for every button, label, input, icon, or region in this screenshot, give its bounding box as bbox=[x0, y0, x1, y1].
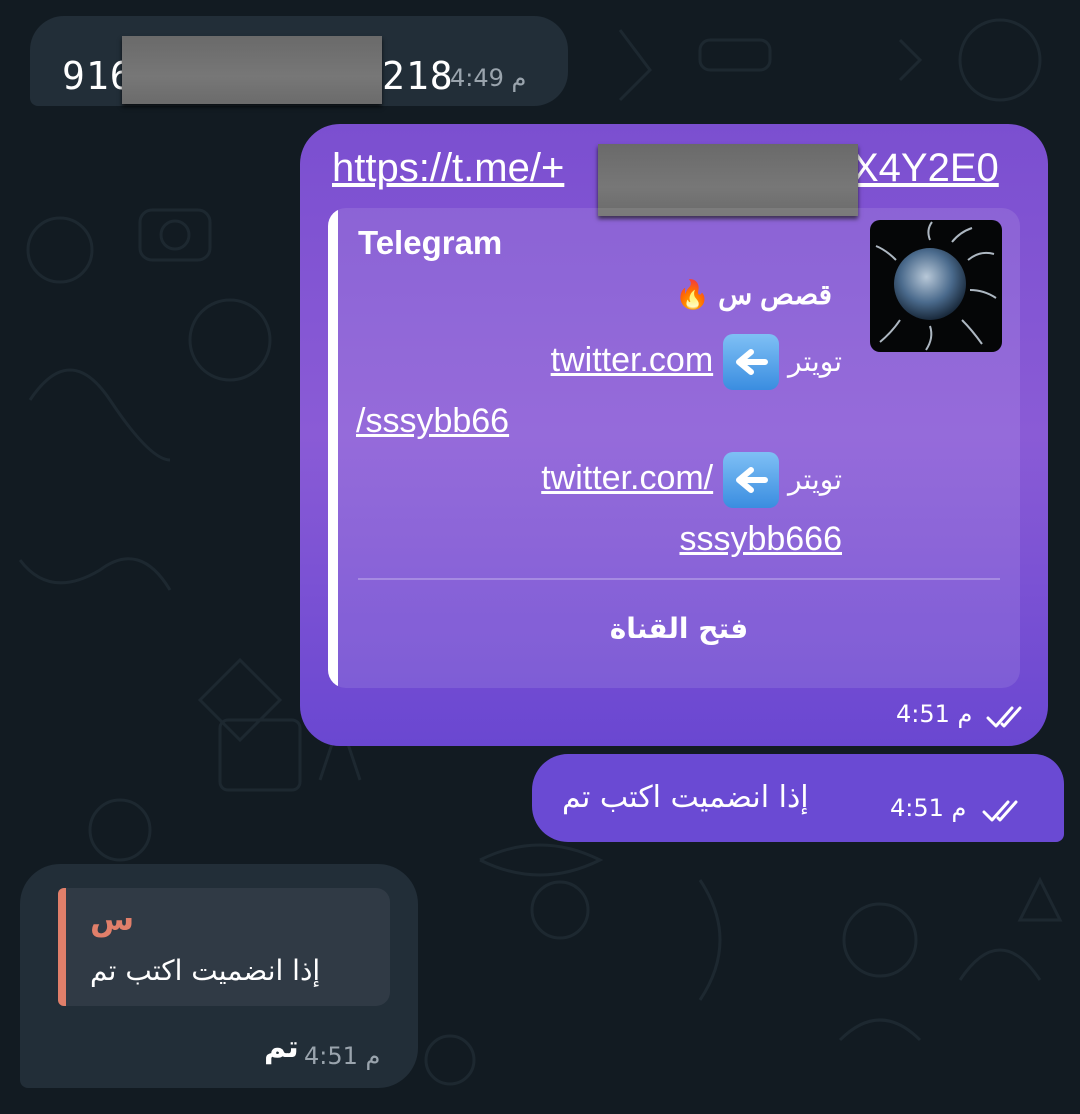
open-channel-button[interactable]: فتح القناة bbox=[338, 612, 1020, 645]
reply-text: إذا انضميت اكتب تم bbox=[90, 954, 321, 987]
outgoing-message-bubble[interactable]: إذا انضميت اكتب تم 4:51 م bbox=[532, 754, 1064, 842]
redaction-block bbox=[122, 36, 382, 104]
message-text: إذا انضميت اكتب تم bbox=[562, 780, 809, 815]
double-check-icon bbox=[986, 706, 1022, 728]
preview-site-name: Telegram bbox=[358, 224, 503, 261]
preview-line-1: twitter.com تويتر bbox=[551, 334, 842, 390]
message-text-suffix: 218 bbox=[382, 54, 454, 98]
reply-author: س bbox=[90, 900, 135, 938]
preview-divider bbox=[358, 578, 1000, 580]
left-arrow-emoji-icon bbox=[722, 334, 779, 390]
message-time: 4:49 م bbox=[450, 64, 527, 92]
link-preview-card[interactable]: Telegram قصص س 🔥 twitter.com تويتر /sssy… bbox=[328, 208, 1020, 688]
twitter-link-1-continued[interactable]: /sssybb66 bbox=[356, 402, 509, 441]
message-time: 4:51 م bbox=[890, 794, 967, 822]
preview-thumbnail bbox=[870, 220, 1002, 352]
double-check-icon bbox=[982, 800, 1018, 822]
preview-accent-bar bbox=[328, 208, 338, 688]
left-arrow-emoji-icon bbox=[722, 452, 779, 508]
message-time: 4:51 م bbox=[304, 1042, 381, 1070]
preview-line-3: twitter.com/ تويتر bbox=[541, 452, 842, 508]
incoming-message-bubble[interactable]: 916 218 4:49 م bbox=[30, 16, 568, 106]
message-time: 4:51 م bbox=[896, 700, 973, 728]
twitter-link-1[interactable]: twitter.com bbox=[551, 341, 713, 379]
invite-link-prefix[interactable]: https://t.me/+ bbox=[332, 146, 564, 191]
invite-link-suffix[interactable]: X4Y2E0 bbox=[852, 146, 999, 191]
preview-title-text: قصص س 🔥 bbox=[675, 279, 832, 310]
quoted-reply[interactable]: س إذا انضميت اكتب تم bbox=[58, 888, 390, 1006]
incoming-reply-message-bubble[interactable]: س إذا انضميت اكتب تم 4:51 م تم bbox=[20, 864, 418, 1088]
twitter-label-2: تويتر bbox=[788, 463, 842, 495]
twitter-link-2-continued[interactable]: sssybb666 bbox=[679, 520, 842, 559]
twitter-link-2[interactable]: twitter.com/ bbox=[541, 459, 713, 497]
twitter-label-1: تويتر bbox=[788, 345, 842, 377]
preview-title: قصص س 🔥 bbox=[675, 278, 832, 311]
redaction-block bbox=[598, 144, 858, 216]
reply-accent-bar bbox=[58, 888, 66, 1006]
outgoing-link-message-bubble[interactable]: https://t.me/+ X4Y2E0 Telegram قصص س 🔥 t… bbox=[300, 124, 1048, 746]
message-text: تم bbox=[264, 1030, 299, 1065]
